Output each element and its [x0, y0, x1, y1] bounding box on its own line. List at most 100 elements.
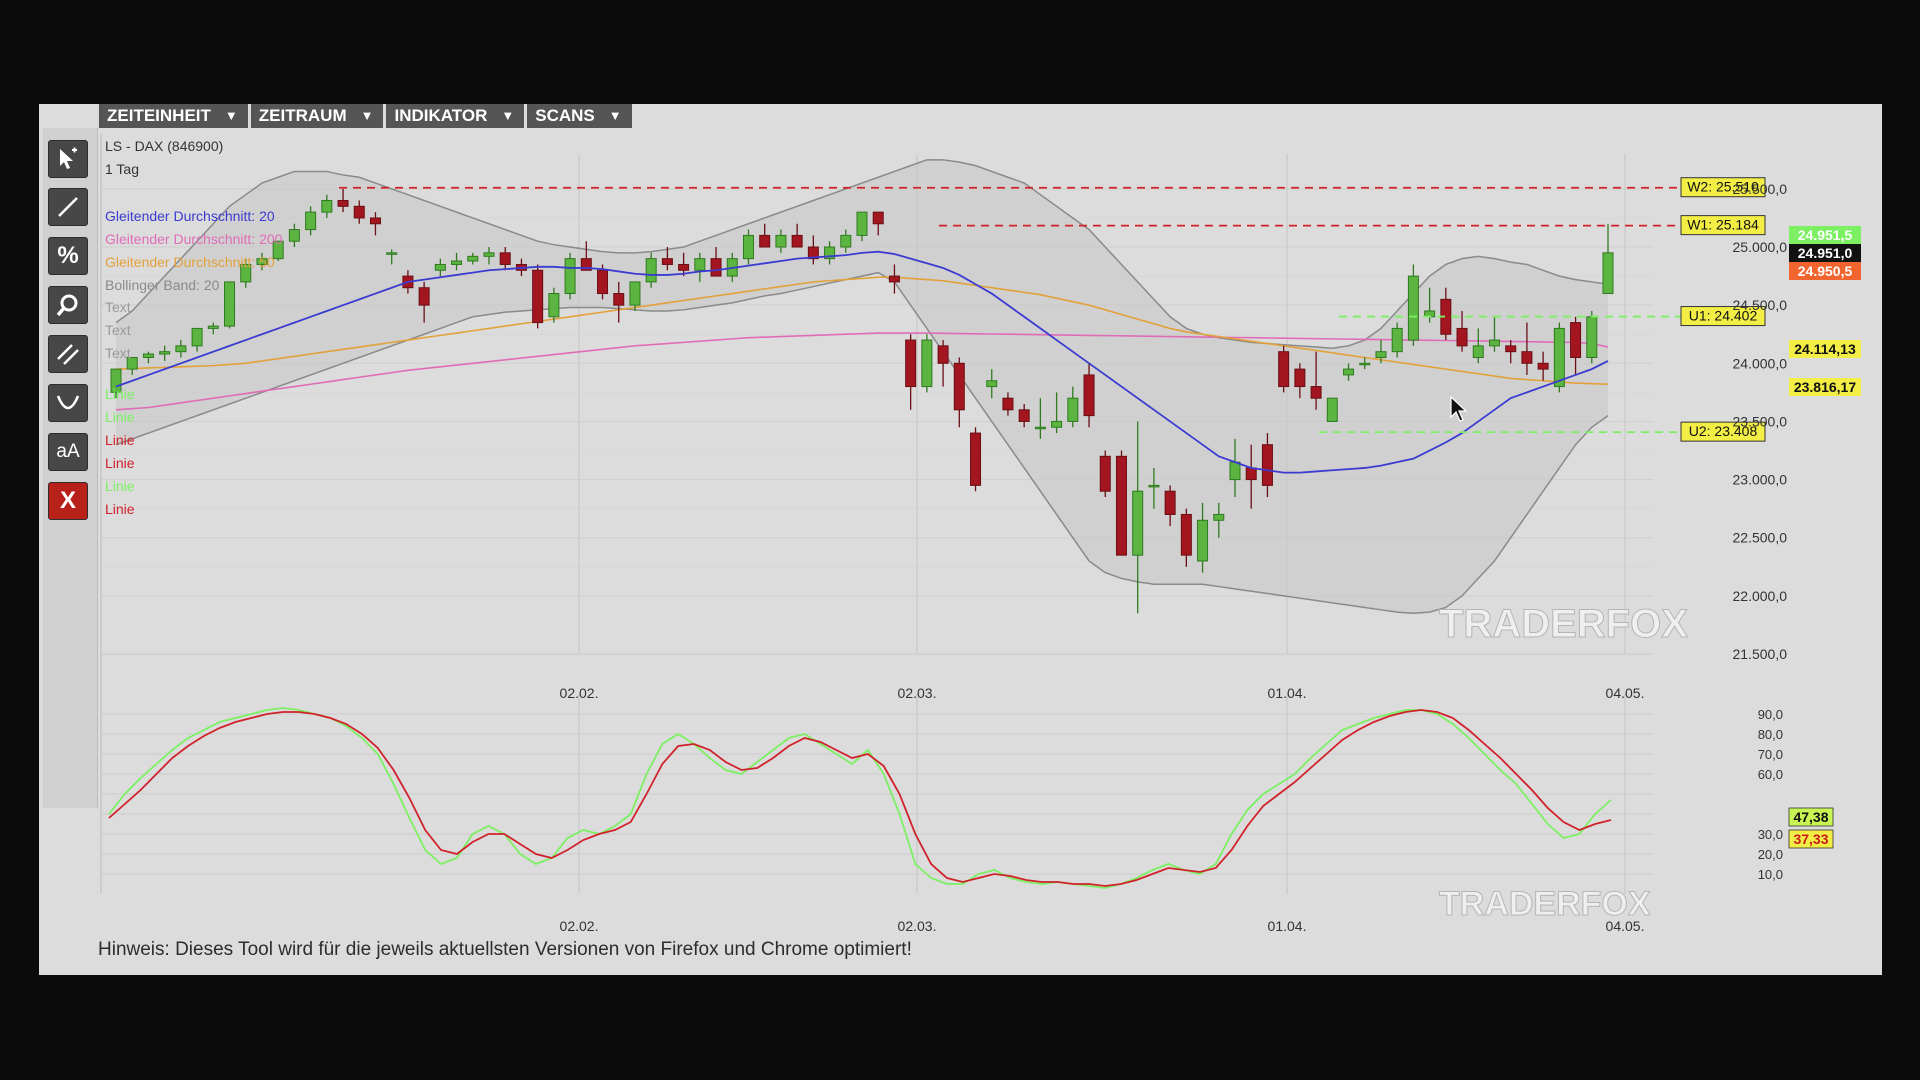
- candle-body: [888, 275, 900, 283]
- price-tick-label: 22.500,0: [1733, 530, 1788, 546]
- legend-entry: Text: [105, 299, 131, 315]
- legend-entry: Text: [105, 322, 131, 338]
- candle-body: [872, 211, 884, 225]
- candle-body: [645, 258, 657, 283]
- oscillator-tick-label: 60,0: [1758, 767, 1783, 782]
- candle-body: [1375, 351, 1387, 358]
- candle-body: [1213, 513, 1225, 521]
- candle-body: [970, 432, 982, 486]
- candle-body: [1164, 490, 1176, 515]
- candle-body: [694, 258, 706, 271]
- candle-body: [1132, 490, 1144, 556]
- candle-body: [1002, 397, 1014, 411]
- date-tick-label-oscillator: 01.04.: [1268, 918, 1307, 934]
- oscillator-tick-label: 90,0: [1758, 707, 1783, 722]
- candle-body: [953, 362, 965, 411]
- legend-entry: Linie: [105, 409, 135, 425]
- candle-body: [288, 229, 300, 242]
- candle-body: [1278, 351, 1290, 388]
- candle-body: [1391, 327, 1403, 353]
- price-tag-label: 23.816,17: [1794, 379, 1856, 395]
- candle-body: [597, 269, 609, 295]
- candle-body: [937, 345, 949, 364]
- price-tag-label: 24.951,0: [1798, 245, 1853, 261]
- candle-body: [856, 211, 868, 236]
- watermark-oscillator: TRADERFOX: [1439, 885, 1651, 923]
- price-tag-label: 24.951,5: [1798, 227, 1853, 243]
- date-tick-label: 02.03.: [898, 685, 937, 701]
- candle-body: [321, 200, 333, 213]
- candle-body: [532, 269, 544, 324]
- candle-body: [905, 339, 917, 388]
- level-label: W1: 25.184: [1687, 217, 1759, 233]
- oscillator-tick-label: 70,0: [1758, 747, 1783, 762]
- legend-entry: Bollinger Band: 20: [105, 277, 220, 293]
- candle-body: [1343, 368, 1355, 376]
- candle-body: [386, 252, 398, 255]
- price-tick-label: 24.000,0: [1733, 355, 1788, 371]
- candle-body: [1456, 327, 1468, 347]
- candle-body: [742, 234, 754, 260]
- candle-body: [1586, 316, 1598, 358]
- candle-body: [613, 293, 625, 306]
- candle-body: [1505, 345, 1517, 353]
- watermark: TRADERFOX: [1439, 602, 1688, 646]
- candle-body: [1521, 351, 1533, 364]
- candle-body: [1051, 420, 1063, 428]
- oscillator-tick-label: 80,0: [1758, 727, 1783, 742]
- candle-body: [759, 234, 771, 248]
- candle-body: [1018, 409, 1030, 422]
- candle-body: [1099, 455, 1111, 492]
- candle-body: [678, 263, 690, 271]
- candle-body: [1472, 345, 1484, 358]
- candle-body: [840, 234, 852, 248]
- candle-body: [483, 252, 495, 257]
- legend-entry: Text: [105, 345, 131, 361]
- legend-entry: Linie: [105, 455, 135, 471]
- price-tick-label: 23.000,0: [1733, 472, 1788, 488]
- price-tick-label: 21.500,0: [1733, 646, 1788, 662]
- candle-body: [661, 258, 673, 265]
- oscillator-tag-label: 47,38: [1793, 809, 1828, 825]
- candle-body: [548, 293, 560, 318]
- candle-body: [1570, 322, 1582, 358]
- date-tick-label: 02.02.: [560, 685, 599, 701]
- price-tag-label: 24.950,5: [1798, 263, 1853, 279]
- candle-body: [434, 263, 446, 271]
- price-tick-label: 25.000,0: [1733, 239, 1788, 255]
- candle-body: [337, 200, 349, 207]
- oscillator-tick-label: 30,0: [1758, 827, 1783, 842]
- stoch-k-line: [108, 707, 1612, 889]
- candle-body: [451, 260, 463, 265]
- candle-body: [418, 287, 430, 306]
- legend-entry: Linie: [105, 501, 135, 517]
- candle-body: [791, 234, 803, 248]
- chart-canvas[interactable]: W2: 25.510W1: 25.184U1: 24.402U2: 23.408…: [39, 104, 1882, 975]
- instrument-title: LS - DAX (846900): [105, 138, 223, 154]
- candle-body: [207, 325, 219, 329]
- price-axis: 25.500,0 25.000,0 24.500,0 24.000,0 23.500,0…: [1733, 181, 1788, 882]
- browser-notice: Hinweis: Dieses Tool wird für die jeweil…: [98, 939, 912, 960]
- candle-body: [175, 345, 187, 353]
- legend-entry: Gleitender Durchschnitt: 50: [105, 254, 275, 270]
- candle-body: [1083, 374, 1095, 417]
- candle-body: [305, 211, 317, 231]
- candle-body: [921, 339, 933, 388]
- legend-entry: Gleitender Durchschnitt: 200: [105, 231, 283, 247]
- oscillator-tag-label: 37,33: [1793, 831, 1828, 847]
- candle-body: [1310, 386, 1322, 399]
- stochastic-oscillator: [108, 707, 1612, 889]
- oscillator-tick-label: 10,0: [1758, 867, 1783, 882]
- oscillator-tick-label: 20,0: [1758, 847, 1783, 862]
- candle-body: [142, 353, 154, 358]
- candle-body: [159, 351, 171, 355]
- mouse-cursor-icon: [1450, 395, 1468, 422]
- candle-body: [191, 327, 203, 347]
- candle-body: [1148, 484, 1160, 488]
- candle-body: [1553, 327, 1565, 388]
- legend-entry: Gleitender Durchschnitt: 20: [105, 208, 275, 224]
- date-tick-label-oscillator: 02.03.: [898, 918, 937, 934]
- date-tick-label: 04.05.: [1606, 685, 1645, 701]
- candle-body: [629, 281, 641, 306]
- interval-label: 1 Tag: [105, 161, 139, 177]
